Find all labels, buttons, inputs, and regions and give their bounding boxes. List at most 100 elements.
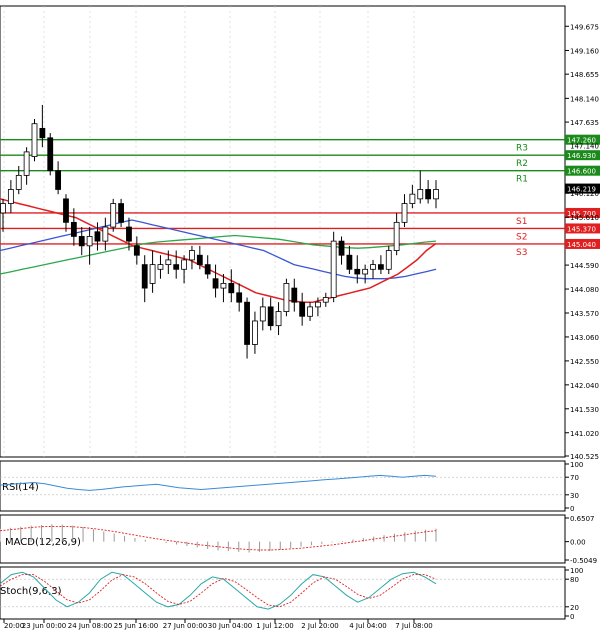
level-tag-r3: R3 bbox=[516, 144, 528, 154]
candle-body bbox=[78, 236, 85, 247]
candle-body bbox=[433, 189, 439, 200]
rsi-tick-label: 30 bbox=[570, 492, 579, 500]
price-tick-label: 144.590 bbox=[570, 262, 599, 270]
candle-body bbox=[354, 268, 361, 275]
rsi-tick-label: 100 bbox=[570, 461, 583, 469]
level-price-label: 146.600 bbox=[567, 168, 596, 176]
time-tick-label: 27 Jun 00:00 bbox=[163, 622, 207, 630]
candle-body bbox=[70, 221, 77, 237]
time-tick-label: 24 Jun 08:00 bbox=[68, 622, 112, 630]
candle-body bbox=[299, 301, 306, 317]
candle-body bbox=[165, 259, 172, 266]
candle-body bbox=[173, 264, 180, 270]
time-tick-label: 2 Jul 20:00 bbox=[301, 622, 339, 630]
price-tick-label: 148.140 bbox=[570, 95, 599, 103]
candle-body bbox=[291, 287, 298, 303]
price-tick-label: 144.080 bbox=[570, 286, 599, 294]
candle-body bbox=[322, 297, 329, 303]
candle-body bbox=[23, 151, 30, 176]
candle-body bbox=[283, 283, 290, 312]
price-tick-label: 141.020 bbox=[570, 430, 599, 438]
candle-body bbox=[228, 283, 235, 294]
level-tag-s2: S2 bbox=[516, 232, 527, 242]
candle-body bbox=[244, 301, 250, 345]
price-tick-label: 141.530 bbox=[570, 406, 599, 414]
level-tag-s1: S1 bbox=[516, 217, 527, 227]
candle-body bbox=[39, 128, 46, 139]
stoch-tick-label: 100 bbox=[570, 567, 583, 575]
level-price-label: 146.930 bbox=[567, 152, 596, 160]
stoch-panel-frame bbox=[0, 566, 566, 620]
candle-body bbox=[330, 240, 337, 298]
candle-body bbox=[86, 236, 93, 247]
candle-body bbox=[267, 306, 274, 327]
candle-body bbox=[252, 320, 258, 345]
time-tick-label: 25 Jun 16:00 bbox=[114, 622, 158, 630]
price-tick-label: 145.610 bbox=[570, 214, 599, 222]
price-tick-label: 143.570 bbox=[570, 310, 599, 318]
candle-body bbox=[110, 203, 117, 228]
price-tick-label: 147.140 bbox=[570, 142, 599, 150]
stoch-tick-label: 80 bbox=[570, 576, 579, 584]
price-tick-label: 143.060 bbox=[570, 334, 599, 342]
candle-body bbox=[141, 264, 148, 289]
candle-body bbox=[204, 264, 211, 275]
candle-body bbox=[417, 189, 424, 200]
macd-tick-label: 0.6507 bbox=[570, 515, 595, 523]
macd-tick-label: 0.00 bbox=[570, 539, 586, 547]
level-tag-r2: R2 bbox=[516, 159, 528, 169]
current-price-label: 146.219 bbox=[567, 186, 596, 194]
forex-chart: 147.260R3146.930R2146.600R1145.700S1145.… bbox=[0, 5, 600, 630]
price-tick-label: 142.550 bbox=[570, 358, 599, 366]
candle-body bbox=[377, 264, 384, 270]
candle-body bbox=[401, 203, 408, 223]
candle-body bbox=[181, 259, 187, 270]
time-axis: 20:0023 Jun 00:00 24 Jun 08:00 25 Jun 16:0… bbox=[3, 619, 433, 630]
time-tick-label: 1 Jul 12:00 bbox=[256, 622, 294, 630]
candle-body bbox=[157, 264, 164, 270]
macd-panel-frame bbox=[0, 514, 566, 564]
rsi-tick-label: 70 bbox=[570, 474, 579, 482]
price-tick-label: 140.525 bbox=[570, 453, 599, 461]
candle-body bbox=[220, 283, 227, 289]
candle-body bbox=[196, 254, 203, 266]
candle-body bbox=[7, 189, 14, 204]
candle-body bbox=[362, 268, 369, 275]
candle-body bbox=[346, 254, 353, 270]
candle-body bbox=[212, 278, 219, 289]
candle-body bbox=[338, 240, 345, 256]
time-tick-label: 23 Jun 00:00 bbox=[22, 622, 66, 630]
candle-body bbox=[425, 189, 432, 200]
stoch-label: Stoch(9,6,3) bbox=[0, 586, 62, 597]
candle-body bbox=[126, 226, 132, 242]
candle-body bbox=[189, 250, 195, 261]
candle-body bbox=[31, 123, 38, 157]
time-tick-label: 30 Jun 04:00 bbox=[208, 622, 252, 630]
level-tag-r1: R1 bbox=[516, 175, 528, 185]
candle-body bbox=[102, 226, 109, 242]
candle-body bbox=[315, 301, 321, 308]
candle-body bbox=[409, 193, 416, 204]
candle-body bbox=[259, 306, 266, 322]
price-tick-label: 148.655 bbox=[570, 71, 599, 79]
macd-tick-label: -0.5049 bbox=[570, 557, 597, 565]
macd-label: MACD(12,26,9) bbox=[5, 537, 81, 548]
candle-body bbox=[118, 203, 124, 223]
candle-body bbox=[0, 203, 6, 214]
price-tick-label: 149.675 bbox=[570, 23, 599, 31]
candle-body bbox=[55, 170, 62, 190]
price-tick-label: 142.040 bbox=[570, 382, 599, 390]
candle-body bbox=[275, 311, 282, 327]
candle-body bbox=[47, 137, 54, 172]
rsi-tick-label: 0 bbox=[570, 505, 574, 513]
price-tick-label: 147.635 bbox=[570, 119, 599, 127]
candle-body bbox=[149, 264, 156, 284]
candle-body bbox=[15, 174, 22, 190]
stoch-tick-label: 20 bbox=[570, 604, 579, 612]
candle-body bbox=[63, 198, 69, 223]
candle-body bbox=[133, 245, 140, 256]
candle-body bbox=[307, 306, 313, 317]
level-price-label: 145.370 bbox=[567, 225, 596, 233]
candle-body bbox=[385, 250, 392, 270]
candle-body bbox=[393, 221, 400, 251]
